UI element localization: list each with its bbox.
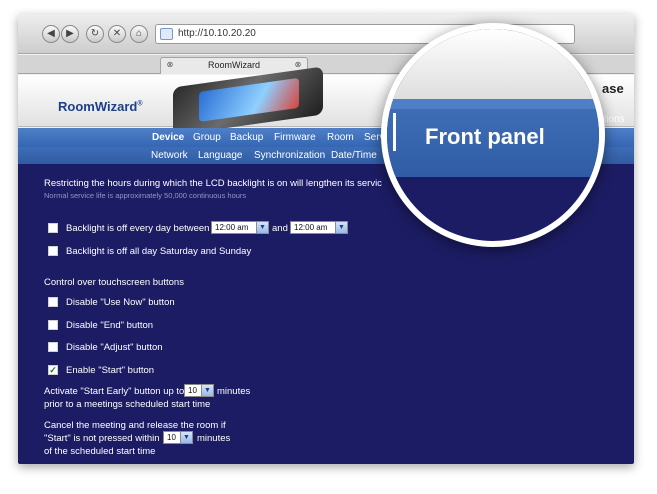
chevron-down-icon: ▼ [335, 222, 347, 233]
favicon-icon [160, 28, 173, 40]
home-icon[interactable]: ⌂ [130, 25, 148, 43]
cancel-text: Cancel the meeting and release the room … [44, 420, 226, 431]
cancel-text-3: of the scheduled start time [44, 446, 156, 457]
start-early-select[interactable]: 10 ▼ [184, 384, 214, 397]
start-early-unit: minutes [217, 386, 251, 397]
checkmark-icon: ✓ [49, 365, 57, 375]
nav-firmware[interactable]: Firmware [274, 128, 316, 147]
stop-icon[interactable]: ✕ [108, 25, 126, 43]
address-text: http://10.10.20.20 [178, 28, 256, 39]
nav-group[interactable]: Group [193, 128, 221, 147]
nav-device[interactable]: Device [152, 128, 184, 147]
tab-title: RoomWizard [207, 60, 260, 70]
backlight-end-select[interactable]: 12:00 am ▼ [290, 221, 348, 234]
backlight-daily-label: Backlight is off every day between [66, 223, 210, 234]
nav-language[interactable]: Language [198, 147, 243, 164]
backlight-weekend-checkbox[interactable] [48, 246, 58, 256]
front-panel-label: Front panel [425, 124, 545, 149]
back-arrow-icon[interactable]: ◀ [42, 25, 60, 43]
chevron-down-icon: ▼ [201, 385, 213, 396]
disable-use-now-checkbox[interactable] [48, 297, 58, 307]
option-label: Disable "Use Now" button [66, 297, 175, 308]
nav-network[interactable]: Network [151, 147, 188, 164]
reload-icon[interactable]: ↻ [86, 25, 104, 43]
start-early-text: Activate "Start Early" button up to [44, 386, 185, 397]
chevron-down-icon: ▼ [256, 222, 268, 233]
option-label: Disable "End" button [66, 320, 154, 331]
device-hero-image [173, 66, 323, 136]
nav-date-time[interactable]: Date/Time [331, 147, 377, 164]
header-edge-text: ase [602, 81, 624, 96]
touch-controls-heading: Control over touchscreen buttons [44, 277, 184, 288]
and-label: and [272, 223, 288, 234]
disable-end-checkbox[interactable] [48, 320, 58, 330]
forward-arrow-icon[interactable]: ▶ [61, 25, 79, 43]
cancel-unit: minutes [197, 433, 231, 444]
cancel-minutes-select[interactable]: 10 ▼ [163, 431, 193, 444]
close-tab-icon[interactable]: ⊗ [165, 60, 175, 70]
zoom-callout: Front panel [381, 23, 605, 247]
start-early-text-2: prior to a meetings scheduled start time [44, 399, 211, 410]
option-label: Disable "Adjust" button [66, 342, 163, 353]
nav-backup[interactable]: Backup [230, 128, 263, 147]
roomwizard-logo: RoomWizard® [58, 99, 143, 114]
chevron-down-icon: ▼ [180, 432, 192, 443]
nav-room[interactable]: Room [327, 128, 354, 147]
enable-start-checkbox[interactable]: ✓ [48, 365, 58, 375]
backlight-intro: Restricting the hours during which the L… [44, 178, 382, 189]
backlight-daily-checkbox[interactable] [48, 223, 58, 233]
nav-synchronization[interactable]: Synchronization [254, 147, 325, 164]
cancel-text-2: "Start" is not pressed within [44, 433, 160, 444]
option-label: Enable "Start" button [66, 365, 155, 376]
disable-adjust-checkbox[interactable] [48, 342, 58, 352]
service-life-note: Normal service life is approximately 50,… [44, 191, 247, 200]
backlight-start-select[interactable]: 12:00 am ▼ [211, 221, 269, 234]
backlight-weekend-label: Backlight is off all day Saturday and Su… [66, 246, 252, 257]
